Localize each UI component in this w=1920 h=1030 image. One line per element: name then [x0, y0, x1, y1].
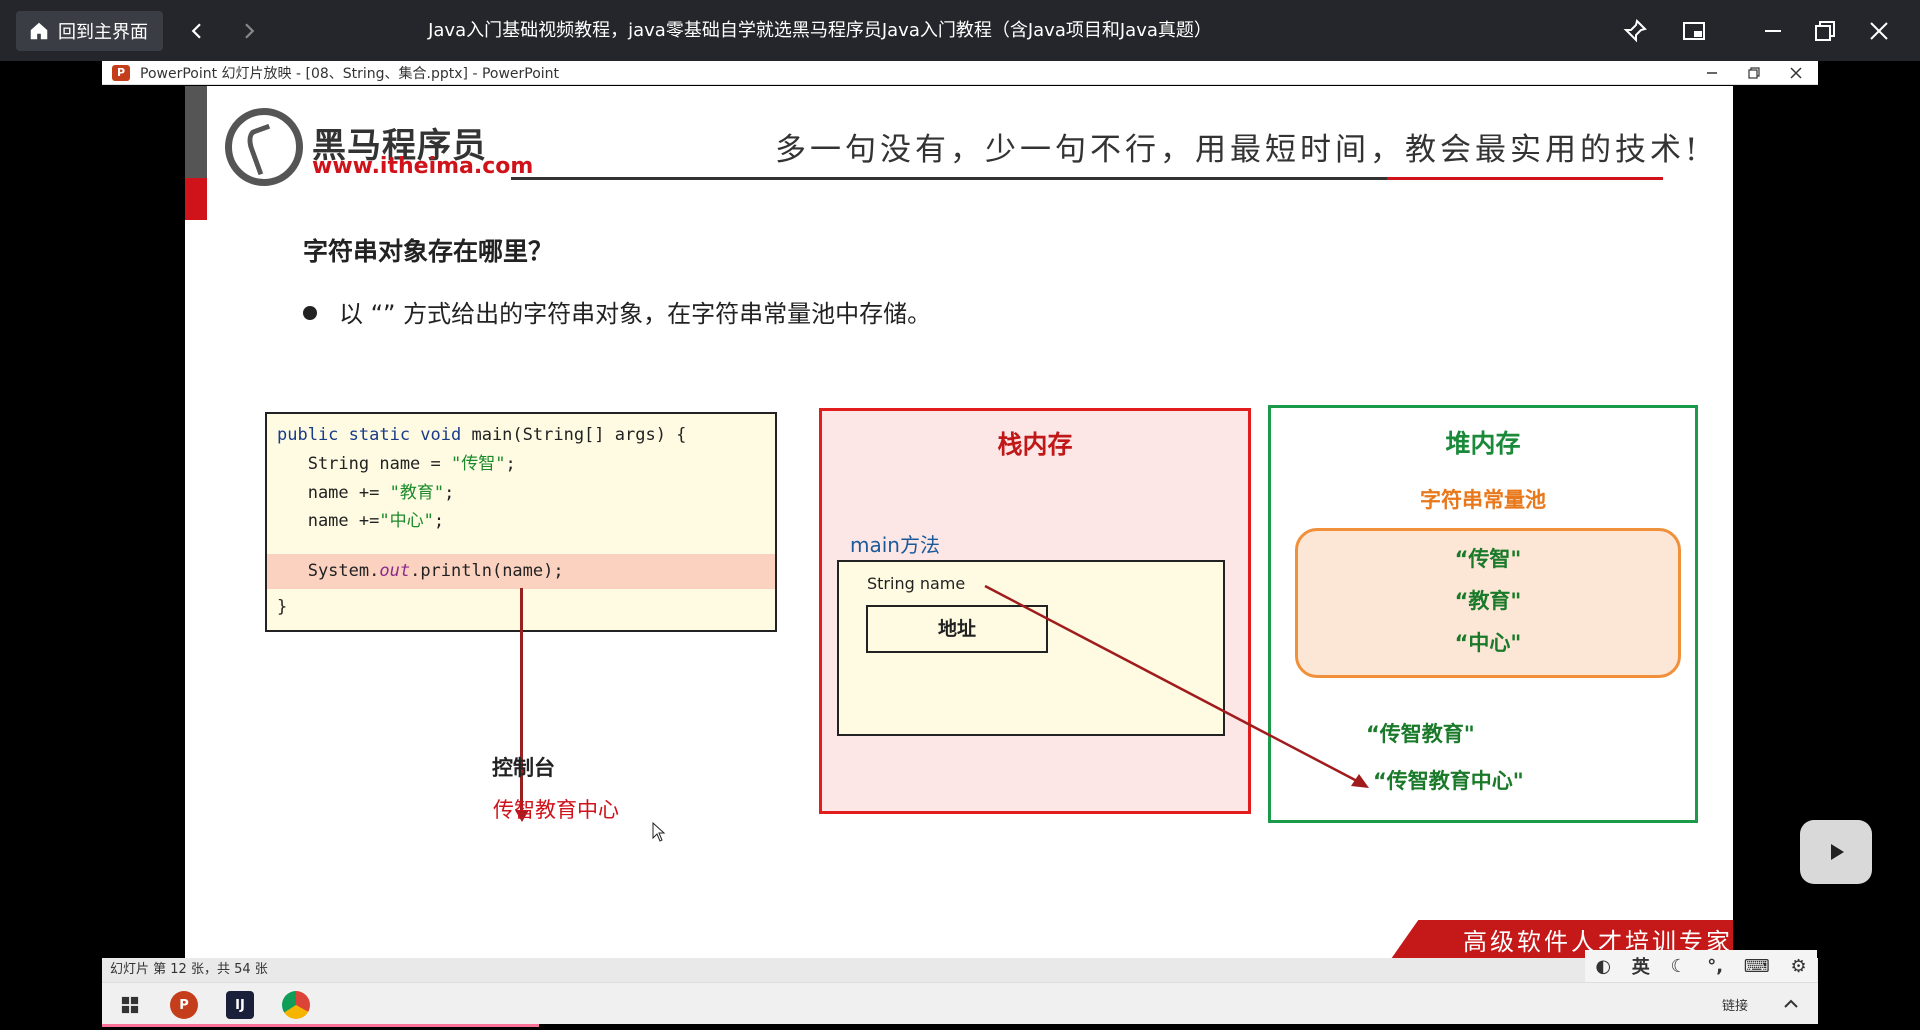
start-button[interactable] [116, 991, 144, 1019]
heap-memory-box: 堆内存 字符串常量池 “传智" “教育" “中心" “传智教育" “传智教育中心… [1268, 405, 1698, 823]
ppt-minimize-button[interactable] [1692, 61, 1732, 85]
keyboard-icon[interactable]: ⌨ [1744, 956, 1770, 977]
ppt-restore-button[interactable] [1734, 61, 1774, 85]
chevron-right-icon [245, 23, 255, 39]
powerpoint-taskbar-icon[interactable]: P [170, 991, 198, 1019]
pool-item: “传智" [1454, 547, 1522, 571]
heap-object: “传智教育" [1366, 722, 1475, 746]
window-title: Java入门基础视频教程，java零基础自学就选黑马程序员Java入门教程（含J… [428, 20, 1212, 41]
close-icon [1870, 22, 1888, 40]
bullet-icon [303, 306, 317, 320]
slide-heading: 字符串对象存在哪里？ [303, 237, 554, 266]
stack-title: 栈内存 [997, 430, 1073, 459]
gear-icon[interactable]: ⚙ [1790, 956, 1806, 977]
tray-label[interactable]: 链接 [1722, 995, 1748, 1014]
main-frame-box: String name 地址 [837, 560, 1225, 736]
ppt-window-title: PowerPoint 幻灯片放映 - [08、String、集合.pptx] -… [140, 65, 560, 82]
itheima-logo-icon [225, 108, 303, 186]
header-rule [511, 177, 1387, 180]
variable-name: String name [867, 574, 966, 593]
pin-button[interactable] [1618, 14, 1652, 48]
punctuation-icon[interactable]: °, [1707, 956, 1723, 977]
restore-icon [1748, 67, 1760, 79]
slide: 黑马程序员 www.itheima.com 多一句没有，少一句不行，用最短时间，… [185, 86, 1733, 958]
string-pool-box: “传智" “教育" “中心" [1295, 528, 1681, 678]
chevron-up-icon[interactable] [1782, 995, 1800, 1013]
windows-icon [121, 996, 139, 1014]
play-button[interactable] [1800, 820, 1872, 884]
ppt-window-bar: P PowerPoint 幻灯片放映 - [08、String、集合.pptx]… [102, 61, 1818, 85]
code-line: System.out.println(name); [277, 561, 564, 581]
home-icon [30, 22, 48, 40]
taskbar: P IJ 链接 [102, 982, 1818, 1024]
picture-in-picture-button[interactable] [1677, 14, 1711, 48]
ime-mode-icon[interactable]: ◐ [1595, 956, 1611, 977]
slide-counter: 幻灯片 第 12 张，共 54 张 [110, 962, 268, 977]
home-button[interactable]: 回到主界面 [16, 11, 163, 51]
powerpoint-icon: P [112, 64, 130, 81]
header-rule-accent [1387, 177, 1663, 180]
minimize-icon [1707, 72, 1717, 74]
chevron-left-icon [191, 23, 201, 39]
close-button[interactable] [1862, 14, 1896, 48]
pool-item: “教育" [1454, 589, 1522, 613]
console-output: 传智教育中心 [493, 798, 619, 822]
minimize-icon [1765, 30, 1781, 32]
pool-item: “中心" [1454, 631, 1522, 655]
ime-toolbar: ◐ 英 ☾ °, ⌨ ⚙ [1585, 950, 1817, 982]
ime-language[interactable]: 英 [1632, 953, 1650, 979]
app-title-bar: 回到主界面 Java入门基础视频教程，java零基础自学就选黑马程序员Java入… [0, 0, 1920, 61]
close-icon [1790, 67, 1802, 79]
code-line: } [277, 597, 288, 617]
console-label: 控制台 [492, 756, 555, 780]
slide-decoration-gray [185, 86, 207, 178]
main-method-label: main方法 [850, 533, 940, 557]
home-button-label: 回到主界面 [58, 22, 148, 43]
mouse-cursor-icon [652, 822, 666, 842]
moon-icon[interactable]: ☾ [1670, 956, 1686, 977]
restore-button[interactable] [1808, 14, 1842, 48]
video-progress-bar[interactable] [102, 1024, 539, 1027]
intellij-taskbar-icon[interactable]: IJ [226, 991, 254, 1019]
address-box: 地址 [866, 605, 1048, 653]
code-line: name +="中心"; [277, 511, 445, 531]
heap-object: “传智教育中心" [1373, 769, 1524, 793]
slogan: 多一句没有，少一句不行，用最短时间，教会最实用的技术! [775, 132, 1702, 168]
picture-in-picture-icon [1683, 22, 1705, 40]
ppt-close-button[interactable] [1776, 61, 1816, 85]
logo-url: www.itheima.com [312, 154, 534, 179]
tv-play-icon [1831, 844, 1844, 860]
chrome-taskbar-icon[interactable] [282, 991, 310, 1019]
forward-button[interactable] [232, 14, 266, 48]
string-pool-title: 字符串常量池 [1420, 488, 1546, 512]
back-button[interactable] [180, 14, 214, 48]
slide-decoration-red [185, 178, 207, 220]
ppt-status-bar: 幻灯片 第 12 张，共 54 张 [102, 958, 1818, 982]
pin-icon [1623, 19, 1647, 43]
restore-icon [1815, 21, 1835, 41]
heap-title: 堆内存 [1445, 429, 1521, 458]
stack-memory-box: 栈内存 main方法 String name 地址 [819, 408, 1251, 814]
minimize-button[interactable] [1756, 14, 1790, 48]
bullet-text: 以 “” 方式给出的字符串对象，在字符串常量池中存储。 [339, 300, 932, 328]
